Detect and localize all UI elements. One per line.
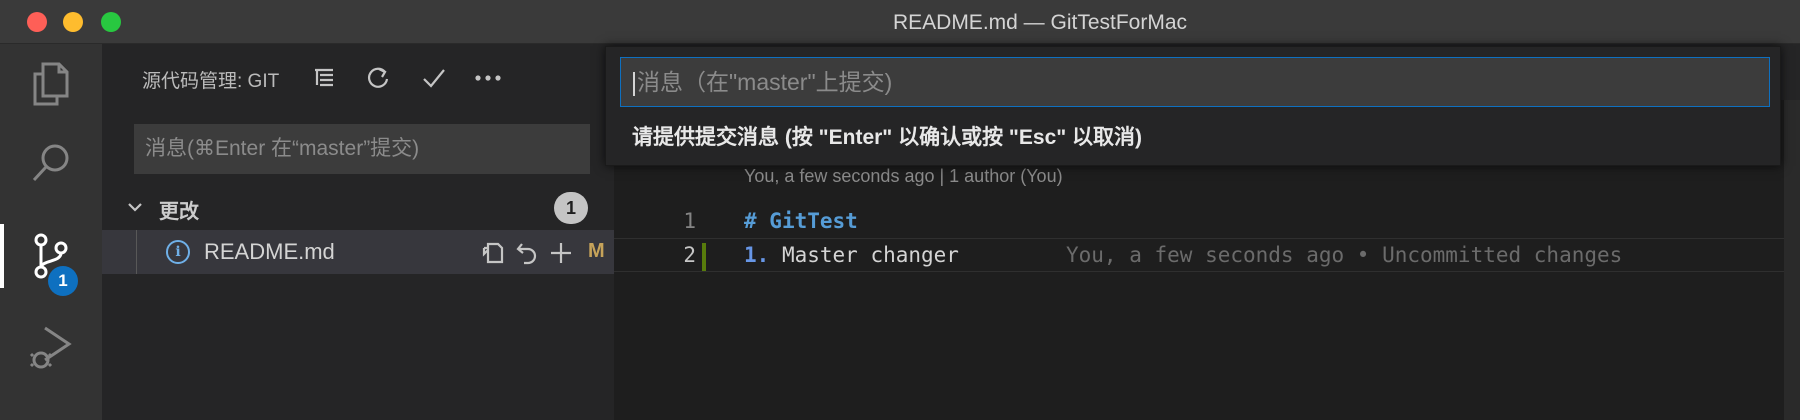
editor-line-2[interactable]: 2 1. Master changer You, a few seconds a… bbox=[614, 238, 1800, 272]
inline-blame: You, a few seconds ago • Uncommitted cha… bbox=[1066, 243, 1623, 267]
changes-label: 更改 bbox=[159, 201, 199, 223]
changes-section-header[interactable]: 更改 1 bbox=[102, 190, 614, 226]
activity-run-debug[interactable] bbox=[0, 306, 102, 386]
changed-file-name: README.md bbox=[204, 239, 335, 264]
info-icon: i bbox=[166, 240, 190, 264]
view-as-tree-button[interactable] bbox=[306, 60, 342, 96]
refresh-icon bbox=[367, 67, 389, 88]
heading-text: GitTest bbox=[769, 209, 858, 233]
editor-line-1[interactable]: 1 # GitTest bbox=[614, 205, 1800, 239]
commit-check-icon bbox=[423, 69, 445, 88]
search-icon bbox=[32, 144, 69, 182]
refresh-button[interactable] bbox=[360, 60, 396, 96]
quick-input-placeholder: 消息（在"master"上提交) bbox=[637, 69, 893, 95]
more-actions-button[interactable] bbox=[470, 60, 506, 96]
quick-input-field[interactable]: 消息（在"master"上提交) bbox=[620, 57, 1770, 107]
changes-count-badge: 1 bbox=[554, 192, 588, 224]
activity-explorer[interactable] bbox=[0, 44, 102, 124]
view-as-tree-icon bbox=[315, 68, 333, 87]
line-number: 1 bbox=[683, 209, 696, 233]
activity-bar: 1 bbox=[0, 44, 102, 420]
activity-search[interactable] bbox=[0, 124, 102, 204]
quick-input-message: 请提供提交消息 (按 "Enter" 以确认或按 "Esc" 以取消) bbox=[632, 126, 1143, 149]
window-title: README.md — GitTestForMac bbox=[892, 11, 1188, 34]
source-control-sidebar: 源代码管理: GIT 消息(⌘Enter 在“master”提交) 更改 1 i… bbox=[102, 44, 614, 420]
title-bar: README.md — GitTestForMac bbox=[0, 0, 1800, 44]
files-icon bbox=[33, 62, 69, 106]
blame-codelens[interactable]: You, a few seconds ago | 1 author (You) bbox=[744, 166, 1063, 187]
commit-message-input[interactable]: 消息(⌘Enter 在“master”提交) bbox=[134, 124, 590, 174]
changed-file-row[interactable]: i README.md M bbox=[102, 230, 614, 274]
line-code: # GitTest bbox=[744, 209, 858, 233]
file-status-badge: M bbox=[588, 240, 605, 262]
source-control-badge: 1 bbox=[48, 266, 78, 296]
list-item-text: Master changer bbox=[781, 243, 959, 267]
open-file-icon bbox=[482, 242, 504, 264]
open-file-button[interactable] bbox=[478, 238, 508, 268]
discard-changes-button[interactable] bbox=[512, 238, 542, 268]
commit-quick-input: 消息（在"master"上提交) 请提供提交消息 (按 "Enter" 以确认或… bbox=[605, 46, 1781, 166]
plus-icon bbox=[551, 243, 571, 263]
line-code: 1. Master changer bbox=[744, 243, 959, 267]
stage-changes-button[interactable] bbox=[546, 238, 576, 268]
text-caret bbox=[633, 71, 635, 96]
line-number: 2 bbox=[683, 243, 696, 267]
activity-source-control[interactable]: 1 bbox=[0, 216, 102, 296]
indent-guide bbox=[136, 230, 137, 274]
chevron-down-icon bbox=[126, 198, 144, 221]
vertical-scrollbar[interactable] bbox=[1784, 100, 1800, 420]
run-debug-icon bbox=[29, 326, 72, 369]
more-actions-icon bbox=[475, 75, 501, 81]
discard-icon bbox=[516, 243, 537, 265]
gutter-modified-marker bbox=[702, 243, 706, 271]
commit-button[interactable] bbox=[416, 60, 452, 96]
sidebar-title: 源代码管理: GIT bbox=[142, 71, 280, 92]
sidebar-header: 源代码管理: GIT bbox=[102, 44, 614, 110]
